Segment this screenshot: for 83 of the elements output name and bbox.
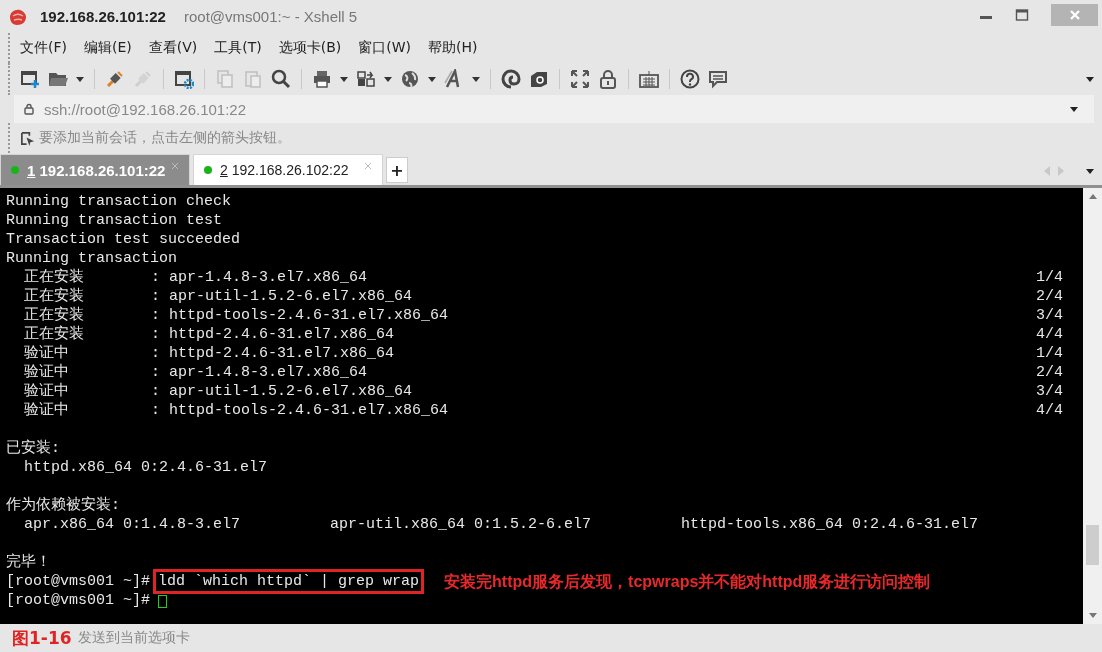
package-name: : httpd-2.4.6-31.el7.x86_64 bbox=[151, 325, 395, 344]
step-action: 验证中 bbox=[23, 344, 70, 363]
window-title: 192.168.26.101:22 bbox=[40, 8, 166, 25]
caret-icon[interactable] bbox=[384, 76, 392, 82]
caret-icon[interactable] bbox=[428, 76, 436, 82]
window-gear-icon[interactable] bbox=[174, 69, 194, 89]
help-icon[interactable] bbox=[680, 69, 700, 89]
session-tab[interactable]: 2 192.168.26.102:22 bbox=[193, 154, 383, 185]
package-name: : apr-util-1.5.2-6.el7.x86_64 bbox=[151, 287, 413, 306]
figure-label: 图1-16 bbox=[12, 626, 73, 650]
step-count: 4/4 bbox=[1036, 401, 1064, 420]
package-name: : httpd-tools-2.4.6-31.el7.x86_64 bbox=[151, 306, 449, 325]
terminal-line: 已安装: bbox=[6, 439, 61, 458]
shell-prompt: [root@vms001 ~]# bbox=[6, 591, 151, 610]
lock-icon[interactable] bbox=[598, 69, 618, 89]
transfer-icon[interactable] bbox=[356, 69, 376, 89]
package-name: : apr-util-1.5.2-6.el7.x86_64 bbox=[151, 382, 413, 401]
chat-icon[interactable] bbox=[708, 69, 728, 89]
step-action: 验证中 bbox=[23, 382, 70, 401]
swirl-icon[interactable] bbox=[501, 69, 521, 89]
caret-icon[interactable] bbox=[1070, 106, 1078, 112]
menu-item[interactable]: 编辑(E) bbox=[84, 39, 132, 57]
menu-item[interactable]: 帮助(H) bbox=[428, 39, 478, 57]
step-count: 3/4 bbox=[1036, 306, 1064, 325]
menu-item[interactable]: 文件(F) bbox=[20, 39, 67, 57]
step-action: 正在安装 bbox=[23, 306, 85, 325]
terminal-line: Transaction test succeeded bbox=[6, 230, 242, 249]
fullscreen-icon[interactable] bbox=[570, 69, 590, 89]
globe-icon[interactable] bbox=[400, 69, 420, 89]
terminal-line: 完毕！ bbox=[6, 553, 52, 572]
menu-item[interactable]: 窗口(W) bbox=[358, 39, 412, 57]
terminal-line: Running transaction test bbox=[6, 211, 224, 230]
lock-icon bbox=[24, 103, 34, 115]
caret-icon[interactable] bbox=[76, 76, 84, 82]
terminal-line: Running transaction check bbox=[6, 192, 233, 211]
step-count: 1/4 bbox=[1036, 268, 1064, 287]
package-name: : httpd-tools-2.4.6-31.el7.x86_64 bbox=[151, 401, 449, 420]
terminal[interactable] bbox=[0, 188, 1083, 624]
caret-icon[interactable] bbox=[472, 76, 480, 82]
dependency-package: apr-util.x86_64 0:1.5.2-6.el7 bbox=[330, 515, 593, 534]
window-subtitle: root@vms001:~ - Xshell 5 bbox=[183, 8, 358, 25]
down-arrow-icon[interactable] bbox=[1088, 613, 1097, 618]
shell-command: ldd `which httpd` | grep wrap bbox=[153, 569, 425, 594]
dependency-package: apr.x86_64 0:1.4.8-3.el7 bbox=[23, 515, 242, 534]
plug-icon[interactable] bbox=[105, 69, 125, 89]
step-action: 正在安装 bbox=[23, 325, 85, 344]
caret-icon[interactable] bbox=[340, 76, 348, 82]
package-name: : httpd-2.4.6-31.el7.x86_64 bbox=[151, 344, 395, 363]
caret-icon[interactable] bbox=[1086, 76, 1094, 82]
terminal-line: 作为依赖被安装: bbox=[6, 496, 121, 515]
dependency-package: httpd-tools.x86_64 0:2.4.6-31.el7 bbox=[681, 515, 979, 534]
hint-text: 要添加当前会话，点击左侧的箭头按钮。 bbox=[39, 129, 291, 147]
new-window-icon[interactable] bbox=[20, 69, 40, 89]
package-name: : apr-1.4.8-3.el7.x86_64 bbox=[151, 363, 368, 382]
terminal-line: httpd.x86_64 0:2.4.6-31.el7 bbox=[23, 458, 269, 477]
annotation-text: 安装完httpd服务后发现，tcpwraps并不能对httpd服务进行访问控制 bbox=[444, 572, 931, 591]
step-count: 3/4 bbox=[1036, 382, 1064, 401]
close-icon bbox=[1068, 9, 1081, 21]
scrollbar-thumb[interactable] bbox=[1086, 525, 1099, 565]
arrow-icon[interactable] bbox=[20, 130, 35, 146]
search-icon[interactable] bbox=[271, 69, 291, 89]
package-name: : apr-1.4.8-3.el7.x86_64 bbox=[151, 268, 368, 287]
status-text: 发送到当前选项卡 bbox=[78, 629, 190, 647]
menu-item[interactable]: 查看(V) bbox=[148, 39, 198, 57]
step-action: 验证中 bbox=[23, 401, 70, 420]
menu-item[interactable]: 工具(T) bbox=[214, 39, 262, 57]
step-count: 4/4 bbox=[1036, 325, 1064, 344]
step-action: 验证中 bbox=[23, 363, 70, 382]
step-count: 1/4 bbox=[1036, 344, 1064, 363]
step-count: 2/4 bbox=[1036, 287, 1064, 306]
printer-icon[interactable] bbox=[312, 69, 332, 89]
caret-icon[interactable] bbox=[1086, 168, 1094, 174]
step-count: 2/4 bbox=[1036, 363, 1064, 382]
maximize-icon[interactable] bbox=[1015, 8, 1029, 22]
up-arrow-icon[interactable] bbox=[1088, 194, 1097, 199]
menu-item[interactable]: 选项卡(B) bbox=[278, 39, 342, 57]
step-action: 正在安装 bbox=[23, 268, 85, 287]
shell-prompt: [root@vms001 ~]# bbox=[6, 572, 151, 591]
keyboard-icon[interactable] bbox=[639, 69, 659, 89]
step-action: 正在安装 bbox=[23, 287, 85, 306]
scrollbar[interactable] bbox=[1083, 188, 1102, 624]
terminal-line: Running transaction bbox=[6, 249, 179, 268]
new-tab-button[interactable]: + bbox=[386, 157, 408, 183]
